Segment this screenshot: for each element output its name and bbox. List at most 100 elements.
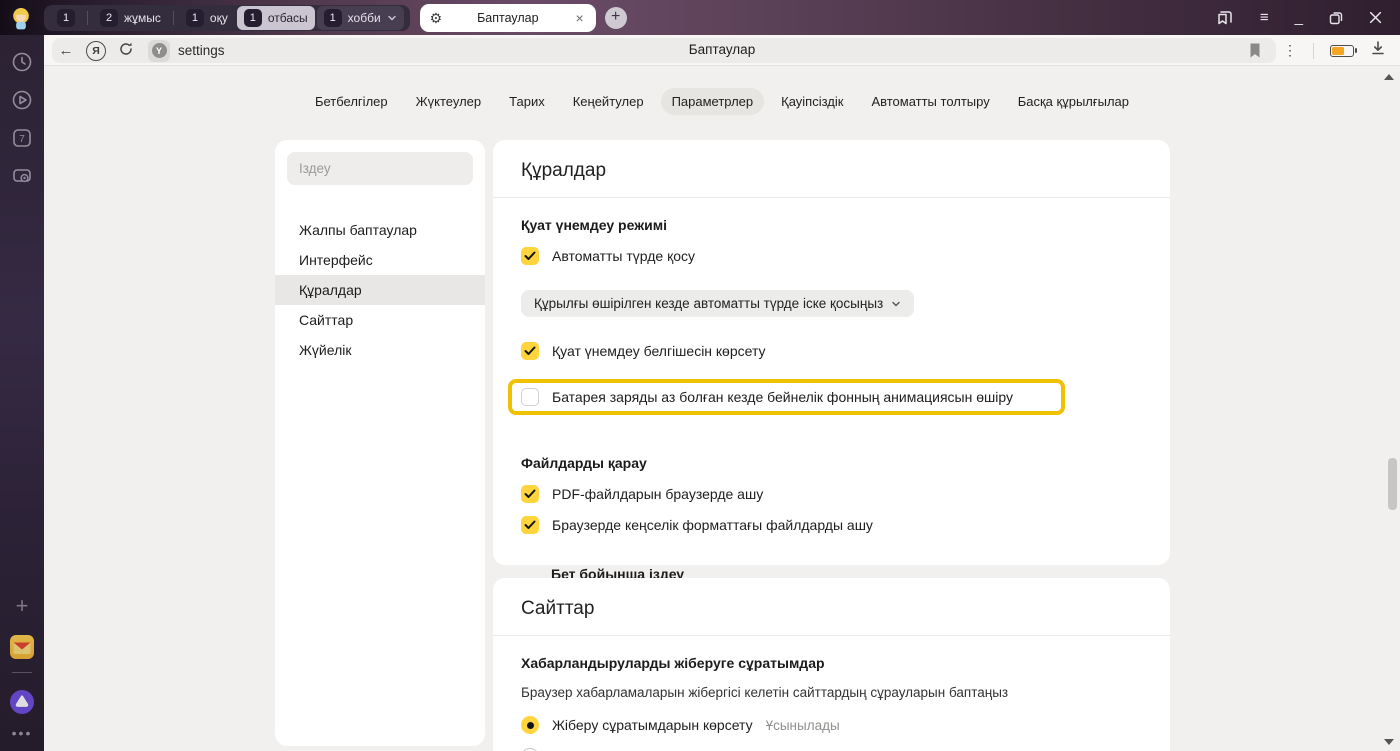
- alice-assistant-icon[interactable]: [9, 689, 35, 715]
- url-bar[interactable]: ← Я Y settings: [52, 38, 1276, 63]
- rail-more-icon[interactable]: •••: [12, 725, 33, 741]
- nav-autofill[interactable]: Автоматты толтыру: [860, 88, 1000, 115]
- refresh-button[interactable]: [112, 41, 140, 61]
- video-icon[interactable]: [11, 89, 33, 111]
- tab-count-label: 7: [19, 134, 25, 145]
- tab-group-hobby[interactable]: 1 хобби: [317, 6, 404, 30]
- notifications-description: Браузер хабарламаларын жібергісі келетін…: [521, 685, 1142, 700]
- nav-extensions[interactable]: Кеңейтулер: [562, 88, 655, 115]
- yandex-mail-icon[interactable]: [9, 634, 35, 660]
- page-favicon: Y: [148, 40, 170, 62]
- new-tab-button[interactable]: +: [605, 7, 627, 29]
- menu-icon[interactable]: ≡: [1260, 9, 1269, 26]
- checkbox-label: Автоматты түрде қосу: [552, 248, 695, 264]
- settings-nav: Бетбелгілер Жүктеулер Тарих Кеңейтулер П…: [44, 88, 1400, 115]
- checkbox-row-office[interactable]: Браузерде кеңселік форматтағы файлдарды …: [521, 516, 1142, 534]
- window-controls: ≡ _: [1216, 9, 1400, 26]
- address-toolbar: ← Я Y settings Баптаулар ⋮: [44, 35, 1400, 66]
- nav-security[interactable]: Қауіпсіздік: [770, 88, 854, 115]
- nav-downloads[interactable]: Жүктеулер: [405, 88, 493, 115]
- sites-card: Сайттар Хабарландыруларды жіберуге сұрат…: [493, 578, 1170, 751]
- power-mode-dropdown[interactable]: Құрылғы өшірілген кезде автоматты түрде …: [521, 290, 914, 317]
- recommended-badge: Ұсынылады: [766, 718, 840, 733]
- nav-settings-selected[interactable]: Параметрлер: [661, 88, 765, 115]
- downloads-icon[interactable]: [1370, 40, 1386, 61]
- minimize-icon[interactable]: _: [1295, 9, 1303, 26]
- side-panel-icon[interactable]: [1216, 10, 1234, 26]
- checkbox-label: Браузерде кеңселік форматтағы файлдарды …: [552, 517, 873, 533]
- checkbox-label: Батарея заряды аз болған кезде бейнелік …: [552, 389, 1013, 405]
- sidebar-item-system[interactable]: Жүйелік: [275, 335, 485, 365]
- battery-saver-icon[interactable]: [1330, 45, 1354, 57]
- toolbar-separator: [1313, 43, 1314, 59]
- toolbar-right: ⋮: [1283, 35, 1400, 66]
- yandex-home-button[interactable]: Я: [86, 41, 106, 61]
- profile-avatar[interactable]: [8, 5, 34, 31]
- tab-counter-icon[interactable]: 7: [11, 127, 33, 149]
- radio-selected-icon[interactable]: [521, 716, 539, 734]
- settings-sidebar: Жалпы баптаулар Интерфейс Құралдар Сайтт…: [275, 140, 485, 746]
- nav-history[interactable]: Тарих: [498, 88, 556, 115]
- sidebar-item-general[interactable]: Жалпы баптаулар: [275, 215, 485, 245]
- tools-card-title: Құралдар: [493, 140, 1170, 197]
- group-separator: [173, 11, 174, 25]
- group-label: хобби: [348, 11, 381, 25]
- sidebar-item-tools-selected[interactable]: Құралдар: [275, 275, 485, 305]
- tab-title: Баптаулар: [442, 11, 573, 25]
- tab-group-work[interactable]: 2 жұмыс: [93, 6, 168, 30]
- scrollbar-down-arrow[interactable]: [1384, 739, 1394, 745]
- tab-close-icon[interactable]: ×: [573, 10, 585, 26]
- notifications-heading: Хабарландыруларды жіберуге сұратымдар: [521, 655, 1142, 671]
- group-label: оқу: [210, 11, 228, 25]
- close-icon[interactable]: [1369, 11, 1382, 24]
- browser-window: 1 2 жұмыс 1 оқу 1 отбасы 1 хобби: [0, 0, 1400, 751]
- checkbox-label: PDF-файлдарын браузерде ашу: [552, 486, 763, 502]
- nav-other-devices[interactable]: Басқа құрылғылар: [1007, 88, 1140, 115]
- tab-groups-strip: 1 2 жұмыс 1 оқу 1 отбасы 1 хобби: [44, 5, 410, 31]
- power-saving-heading: Қуат үнемдеу режимі: [521, 217, 1142, 233]
- checkbox-checked-icon[interactable]: [521, 485, 539, 503]
- checkbox-checked-icon[interactable]: [521, 342, 539, 360]
- screen-capture-icon[interactable]: [11, 165, 33, 187]
- tab-group-1[interactable]: 1: [50, 6, 82, 30]
- tab-group-study[interactable]: 1 оқу: [179, 6, 235, 30]
- group-label: отбасы: [268, 11, 308, 25]
- search-input[interactable]: [287, 152, 473, 185]
- group-count: 2: [100, 9, 118, 27]
- group-label: жұмыс: [124, 11, 161, 25]
- radio-label: Жіберу сұратымдарын көрсету: [552, 717, 753, 733]
- files-heading: Файлдарды қарау: [521, 455, 1142, 471]
- checkbox-row-pdf[interactable]: PDF-файлдарын браузерде ашу: [521, 485, 1142, 503]
- nav-bookmarks[interactable]: Бетбелгілер: [304, 88, 399, 115]
- radio-row-show-requests[interactable]: Жіберу сұратымдарын көрсету Ұсынылады: [521, 716, 1142, 734]
- history-icon[interactable]: [11, 51, 33, 73]
- checkbox-checked-icon[interactable]: [521, 247, 539, 265]
- checkbox-unchecked-icon[interactable]: [521, 388, 539, 406]
- active-tab-settings[interactable]: ⚙ Баптаулар ×: [420, 4, 596, 32]
- checkbox-checked-icon[interactable]: [521, 516, 539, 534]
- gear-icon: ⚙: [430, 11, 443, 25]
- tab-bar: 1 2 жұмыс 1 оқу 1 отбасы 1 хобби: [0, 0, 1400, 35]
- checkbox-row-show-icon[interactable]: Қуат үнемдеу белгішесін көрсету: [521, 342, 1142, 360]
- rail-divider: [12, 672, 32, 673]
- tab-group-family-selected[interactable]: 1 отбасы: [237, 6, 315, 30]
- rail-add-icon[interactable]: +: [11, 596, 33, 618]
- favicon-letter: Y: [152, 43, 167, 58]
- sidebar-item-sites[interactable]: Сайттар: [275, 305, 485, 335]
- browser-side-rail: 7 + •••: [0, 35, 44, 751]
- chevron-down-icon: [387, 13, 397, 23]
- checkbox-row-auto-on[interactable]: Автоматты түрде қосу: [521, 247, 1142, 265]
- scrollbar-thumb[interactable]: [1388, 458, 1397, 510]
- back-button[interactable]: ←: [52, 42, 80, 59]
- battery-fill: [1332, 47, 1344, 55]
- group-separator: [87, 11, 88, 25]
- bookmark-icon[interactable]: [1248, 42, 1262, 64]
- group-count: 1: [244, 9, 262, 27]
- scrollbar-up-arrow[interactable]: [1384, 74, 1394, 80]
- sidebar-item-interface[interactable]: Интерфейс: [275, 245, 485, 275]
- restore-icon[interactable]: [1329, 11, 1343, 25]
- highlighted-checkbox-row-battery-animation[interactable]: Батарея заряды аз болған кезде бейнелік …: [508, 379, 1065, 415]
- chevron-down-icon: [891, 299, 901, 309]
- url-text[interactable]: settings: [178, 43, 225, 58]
- kebab-menu-icon[interactable]: ⋮: [1283, 42, 1297, 59]
